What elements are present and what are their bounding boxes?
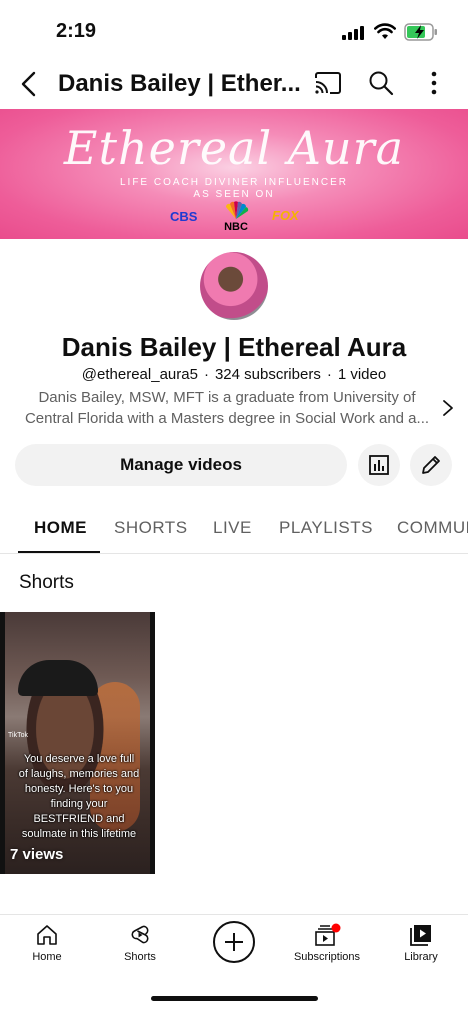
channel-handle: @ethereal_aura5: [81, 366, 198, 383]
avatar[interactable]: [200, 252, 268, 320]
tab-shorts[interactable]: SHORTS: [114, 518, 188, 538]
tab-home[interactable]: HOME: [34, 518, 87, 538]
create-icon: [225, 933, 243, 951]
tab-community[interactable]: COMMUNI: [397, 518, 468, 538]
channel-meta: @ethereal_aura5 · 324 subscribers · 1 video: [0, 366, 468, 383]
description-line: Central Florida with a Masters degree in…: [24, 410, 430, 427]
nbc-logo: NBC: [222, 201, 250, 235]
nbc-label: NBC: [224, 221, 248, 233]
manage-videos-button[interactable]: Manage videos: [15, 444, 347, 486]
pencil-icon: [422, 456, 440, 474]
search-icon[interactable]: [368, 70, 394, 96]
home-indicator: [151, 996, 318, 1001]
tiktok-watermark: TikTok: [8, 732, 28, 739]
status-time: 2:19: [56, 20, 97, 42]
nav-label: Library: [404, 951, 438, 963]
nav-label: Subscriptions: [293, 951, 361, 963]
nav-library[interactable]: Library: [374, 923, 468, 963]
cellular-signal-icon: [342, 26, 364, 40]
channel-banner: Ethereal Aura LIFE COACH DIVINER INFLUEN…: [0, 109, 468, 239]
cbs-logo: CBS: [170, 209, 198, 224]
nbc-peacock-icon: [225, 201, 249, 219]
thumbnail-border: [150, 612, 155, 874]
nav-label: Shorts: [124, 951, 156, 963]
section-title-shorts: Shorts: [19, 572, 74, 593]
create-button[interactable]: [213, 921, 255, 963]
meta-separator: ·: [326, 366, 332, 383]
nav-shorts[interactable]: Shorts: [93, 923, 187, 963]
active-tab-indicator: [18, 551, 100, 553]
tab-live[interactable]: LIVE: [213, 518, 252, 538]
back-icon[interactable]: [16, 70, 44, 98]
battery-charging-icon: [404, 23, 437, 41]
app-bar: Danis Bailey | Ether...: [0, 60, 468, 108]
short-view-count: 7 views: [10, 846, 64, 863]
nav-label: Home: [32, 951, 62, 963]
channel-name: Danis Bailey | Ethereal Aura: [61, 332, 407, 362]
page-title: Danis Bailey | Ether...: [58, 70, 301, 97]
shorts-icon: [131, 925, 149, 944]
nav-subscriptions[interactable]: Subscriptions: [280, 923, 374, 963]
edit-channel-button[interactable]: [410, 444, 452, 486]
description-line: Danis Bailey, MSW, MFT is a graduate fro…: [38, 389, 416, 406]
more-icon[interactable]: [424, 70, 444, 96]
library-icon: [410, 925, 431, 946]
subscriptions-icon: [315, 923, 341, 946]
nav-home[interactable]: Home: [0, 923, 94, 963]
short-thumbnail[interactable]: TikTok You deserve a love full of laughs…: [0, 612, 155, 874]
thumbnail-border: [0, 612, 5, 874]
analytics-button[interactable]: [358, 444, 400, 486]
fox-logo: FOX: [272, 208, 299, 223]
tab-playlists[interactable]: PLAYLISTS: [279, 518, 373, 538]
wifi-icon: [374, 23, 396, 39]
banner-tagline: LIFE COACH DIVINER INFLUENCER: [119, 177, 349, 188]
analytics-icon: [369, 455, 389, 475]
video-count: 1 video: [337, 366, 387, 383]
cast-icon[interactable]: [314, 71, 342, 95]
bottom-nav: Home Shorts Subscriptions Library: [0, 914, 468, 1013]
banner-script-title: Ethereal Aura: [63, 121, 405, 175]
chevron-right-icon[interactable]: [440, 398, 456, 418]
subscriber-count: 324 subscribers: [214, 366, 321, 383]
channel-description[interactable]: Danis Bailey, MSW, MFT is a graduate fro…: [18, 387, 436, 429]
banner-as-seen-on: AS SEEN ON: [193, 189, 275, 200]
meta-separator: ·: [203, 366, 209, 383]
home-icon: [37, 925, 57, 945]
status-bar: 2:19: [0, 0, 468, 60]
short-caption: You deserve a love full of laughs, memor…: [18, 753, 140, 840]
channel-tabs: HOME SHORTS LIVE PLAYLISTS COMMUNI: [0, 506, 468, 554]
